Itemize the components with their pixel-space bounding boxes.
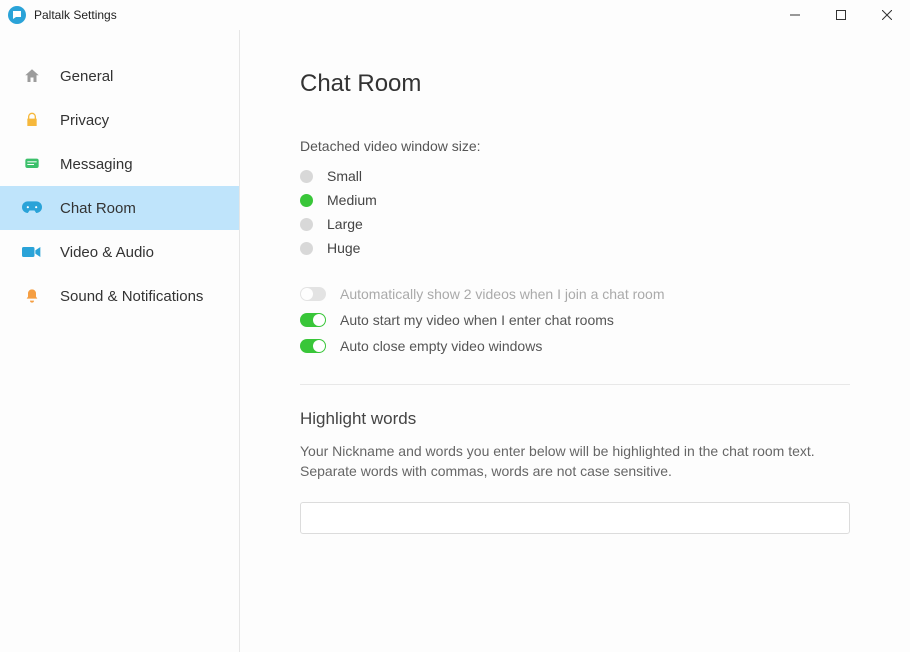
content-pane: Chat Room Detached video window size: Sm…: [240, 30, 910, 652]
radio-option-small[interactable]: Small: [300, 168, 850, 184]
divider: [300, 384, 850, 385]
highlight-description: Your Nickname and words you enter below …: [300, 441, 850, 482]
sidebar-item-label: Privacy: [60, 112, 109, 129]
video-size-label: Detached video window size:: [300, 138, 850, 154]
sidebar-item-privacy[interactable]: Privacy: [0, 98, 239, 142]
sidebar-item-label: Messaging: [60, 156, 133, 173]
toggle-switch: [300, 313, 326, 327]
toggle-auto-show-videos[interactable]: Automatically show 2 videos when I join …: [300, 286, 850, 302]
minimize-button[interactable]: [772, 0, 818, 30]
window-controls: [772, 0, 910, 30]
toggle-label: Auto close empty video windows: [340, 338, 542, 354]
home-icon: [22, 66, 42, 86]
radio-dot-icon: [300, 218, 313, 231]
sidebar-item-general[interactable]: General: [0, 54, 239, 98]
sidebar: General Privacy Messaging Chat Room Vide…: [0, 30, 240, 652]
video-icon: [22, 242, 42, 262]
titlebar: Paltalk Settings: [0, 0, 910, 30]
sidebar-item-label: Chat Room: [60, 200, 136, 217]
radio-dot-icon: [300, 170, 313, 183]
sidebar-item-messaging[interactable]: Messaging: [0, 142, 239, 186]
sidebar-item-chat-room[interactable]: Chat Room: [0, 186, 239, 230]
radio-label: Large: [327, 216, 363, 232]
page-title: Chat Room: [300, 70, 850, 98]
radio-label: Medium: [327, 192, 377, 208]
message-icon: [22, 154, 42, 174]
controller-icon: [22, 198, 42, 218]
toggle-label: Automatically show 2 videos when I join …: [340, 286, 665, 302]
sidebar-item-label: General: [60, 68, 113, 85]
toggle-auto-start-video[interactable]: Auto start my video when I enter chat ro…: [300, 312, 850, 328]
video-size-radio-group: Small Medium Large Huge: [300, 168, 850, 256]
radio-option-medium[interactable]: Medium: [300, 192, 850, 208]
toggle-auto-close-video[interactable]: Auto close empty video windows: [300, 338, 850, 354]
app-icon: [8, 6, 26, 24]
lock-icon: [22, 110, 42, 130]
toggle-switch: [300, 339, 326, 353]
sidebar-item-video-audio[interactable]: Video & Audio: [0, 230, 239, 274]
radio-dot-icon: [300, 194, 313, 207]
close-button[interactable]: [864, 0, 910, 30]
toggle-switch: [300, 287, 326, 301]
sidebar-item-sound-notifications[interactable]: Sound & Notifications: [0, 274, 239, 318]
highlight-title: Highlight words: [300, 409, 850, 429]
highlight-words-input[interactable]: [300, 502, 850, 534]
toggle-label: Auto start my video when I enter chat ro…: [340, 312, 614, 328]
main: General Privacy Messaging Chat Room Vide…: [0, 30, 910, 652]
radio-label: Huge: [327, 240, 360, 256]
window-title: Paltalk Settings: [34, 8, 117, 22]
sidebar-item-label: Sound & Notifications: [60, 288, 203, 305]
radio-dot-icon: [300, 242, 313, 255]
radio-option-large[interactable]: Large: [300, 216, 850, 232]
bell-icon: [22, 286, 42, 306]
sidebar-item-label: Video & Audio: [60, 244, 154, 261]
radio-label: Small: [327, 168, 362, 184]
maximize-button[interactable]: [818, 0, 864, 30]
radio-option-huge[interactable]: Huge: [300, 240, 850, 256]
